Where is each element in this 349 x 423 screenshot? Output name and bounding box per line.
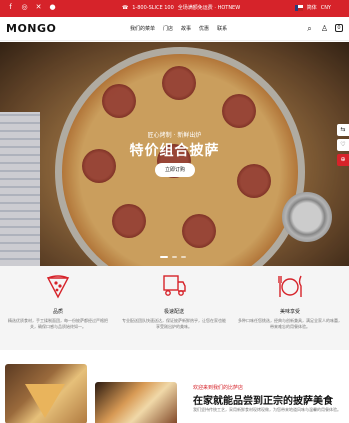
feature-dining: 美味享受 多种口味任您挑选，经典与创新兼具，满足全家人的味蕾，带来难忘的用餐体验… xyxy=(232,272,348,330)
feature-delivery: 极速配送 专业配送团队快速送达，保证披萨新鲜热乎，让您在家也能享受刚出炉的美味。 xyxy=(116,272,232,330)
nav-item-stores[interactable]: 门店 xyxy=(163,25,173,33)
top-bar: f ◎ ✕ ● ☎ 1-800-SLICE 100 全场满额免运费 · HOTN… xyxy=(0,0,349,17)
pizza-icon xyxy=(46,275,70,299)
x-twitter-icon[interactable]: ✕ xyxy=(34,3,43,12)
social-links: f ◎ ✕ ● xyxy=(6,3,57,12)
nav-item-story[interactable]: 故事 xyxy=(181,25,191,33)
slider-dot[interactable] xyxy=(181,256,186,258)
about-desc: 我们坚持传统工艺，采用新鲜食材现烤现做，为您带来地道风味与温馨的用餐体验。 xyxy=(193,407,341,412)
feature-desc: 精选优质食材，手工揉制面团，每一份披萨都经过严格把关，确保口感与品质始终如一。 xyxy=(8,318,108,329)
cart-icon[interactable]: 0 xyxy=(335,24,343,32)
slider-dot[interactable] xyxy=(160,256,168,258)
search-icon[interactable]: ⌕ xyxy=(305,24,314,33)
feature-quality: 品质 精选优质食材，手工揉制面团，每一份披萨都经过严格把关，确保口感与品质始终如… xyxy=(0,272,116,330)
about-section: 欢迎来到我们的比萨店 在家就能品尝到正宗的披萨美食 我们坚持传统工艺，采用新鲜食… xyxy=(0,350,349,423)
feature-title: 美味享受 xyxy=(279,309,300,315)
facebook-icon[interactable]: f xyxy=(6,3,15,12)
user-icon[interactable]: ♙ xyxy=(320,24,329,33)
header-icons: ⌕ ♙ 0 xyxy=(305,24,343,33)
hero-subtitle: 匠心烤制 · 新鲜出炉 xyxy=(147,132,202,139)
feature-desc: 专业配送团队快速送达，保证披萨新鲜热乎，让您在家也能享受刚出炉的美味。 xyxy=(122,318,226,329)
language-select[interactable]: 简体 xyxy=(307,4,317,12)
compare-icon[interactable]: ⇆ xyxy=(337,124,349,136)
phone-number[interactable]: 1-800-SLICE 100 xyxy=(132,4,174,12)
cart-sidebar-icon[interactable]: ⊕ xyxy=(337,154,349,166)
flag-icon xyxy=(294,5,303,11)
dining-icon xyxy=(278,275,302,297)
tripadvisor-icon[interactable]: ● xyxy=(48,3,57,12)
nav-item-offers[interactable]: 优惠 xyxy=(199,25,209,33)
contact-info: ☎ 1-800-SLICE 100 全场满额免运费 · HOTNEW xyxy=(122,4,240,12)
side-toolbar: ⇆ ♡ ⊕ xyxy=(337,124,349,166)
site-header: MONGO 我们的菜单 门店 故事 优惠 联系 ⌕ ♙ 0 xyxy=(0,17,349,41)
features-section: 品质 精选优质食材，手工揉制面团，每一份披萨都经过严格把关，确保口感与品质始终如… xyxy=(0,266,349,350)
main-nav: 我们的菜单 门店 故事 优惠 联系 xyxy=(130,25,227,33)
pizza-slice-photo xyxy=(5,364,87,423)
site-logo[interactable]: MONGO xyxy=(6,22,56,35)
phone-icon: ☎ xyxy=(122,5,129,11)
slider-dots xyxy=(160,256,186,258)
delivery-icon xyxy=(163,275,186,296)
pizza-serving-photo xyxy=(95,382,177,423)
order-now-button[interactable]: 立即订购 xyxy=(155,163,195,177)
hero-title: 特价组合披萨 xyxy=(129,143,220,159)
instagram-icon[interactable]: ◎ xyxy=(20,3,29,12)
wishlist-icon[interactable]: ♡ xyxy=(337,139,349,151)
feature-desc: 多种口味任您挑选，经典与创新兼具，满足全家人的味蕾，带来难忘的用餐体验。 xyxy=(238,318,342,329)
feature-title: 品质 xyxy=(52,309,63,315)
slider-dot[interactable] xyxy=(172,256,177,258)
hero-banner: 匠心烤制 · 新鲜出炉 特价组合披萨 立即订购 ⇆ ♡ ⊕ xyxy=(0,42,349,266)
currency-select[interactable]: CNY xyxy=(321,4,331,12)
locale-switcher[interactable]: 简体 CNY xyxy=(294,4,331,12)
nav-item-contact[interactable]: 联系 xyxy=(217,25,227,33)
nav-item-menu[interactable]: 我们的菜单 xyxy=(130,25,155,33)
about-title: 在家就能品尝到正宗的披萨美食 xyxy=(193,396,333,407)
feature-title: 极速配送 xyxy=(163,309,184,315)
promo-text: 全场满额免运费 · HOTNEW xyxy=(177,5,241,11)
about-label: 欢迎来到我们的比萨店 xyxy=(193,385,244,391)
